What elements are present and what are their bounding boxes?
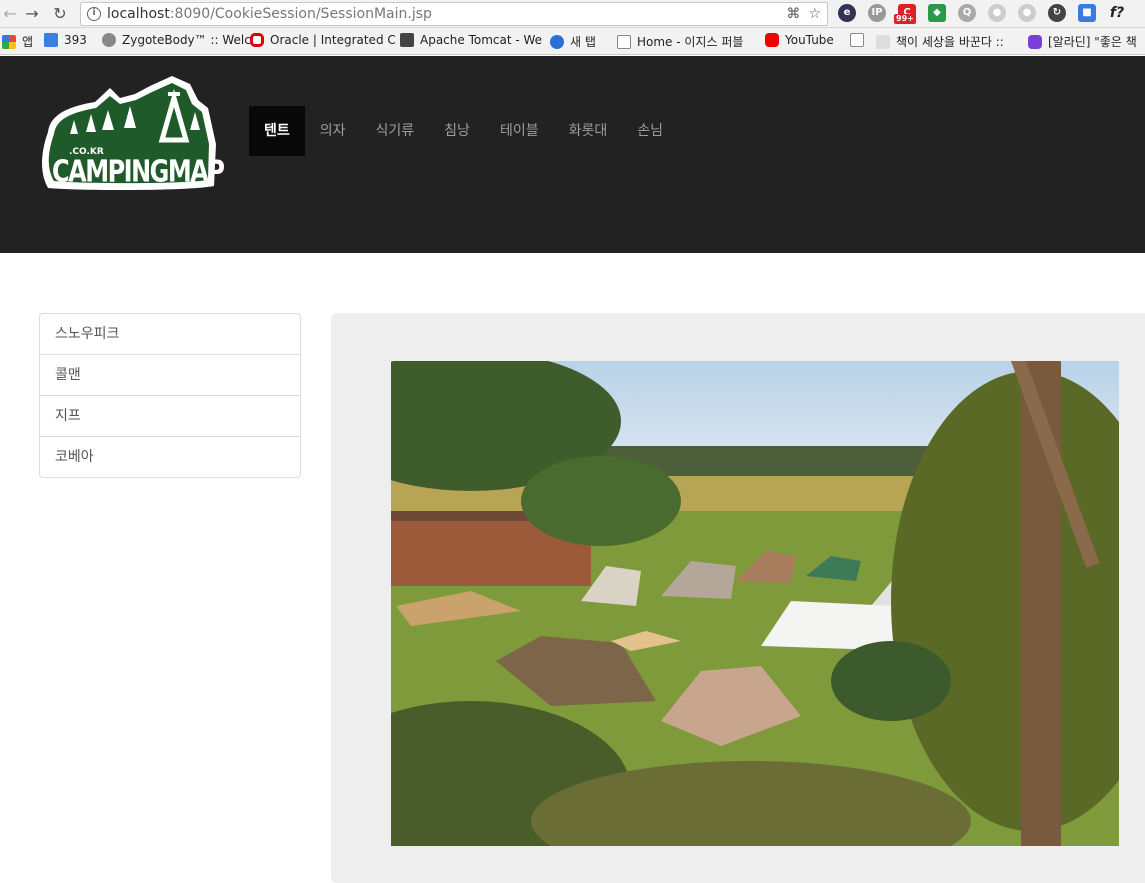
reload-icon[interactable]: ↻ (50, 4, 70, 24)
bookmark-item[interactable]: [알라딘] "좋은 책 (1028, 33, 1137, 50)
bookmark-item[interactable]: YouTube (765, 33, 834, 47)
translate-icon[interactable]: ⌘ (786, 6, 800, 22)
nav-item-chair[interactable]: 의자 (305, 106, 361, 156)
bookmark-item[interactable]: ZygoteBody™ :: Welc (102, 33, 251, 47)
bookmark-icon (44, 33, 58, 47)
nav-item-tableware[interactable]: 식기류 (361, 106, 430, 156)
bookmark-icon (102, 33, 116, 47)
brand-item-jeep[interactable]: 지프 (40, 396, 300, 437)
main-navigation: 텐트 의자 식기류 침낭 테이블 화롯대 손님 (249, 106, 678, 156)
brand-item-kovea[interactable]: 코베아 (40, 437, 300, 477)
extension-badge: 99+ (894, 14, 916, 24)
search-icon (550, 34, 564, 49)
campsite-photo (391, 361, 1119, 846)
nav-item-tent[interactable]: 텐트 (249, 106, 305, 156)
info-icon[interactable]: i (87, 7, 101, 21)
extension-icon[interactable]: ● (1018, 4, 1036, 22)
extension-icon[interactable]: IP (868, 4, 886, 22)
logo-text: CAMPINGMAP (52, 154, 225, 189)
extension-icon[interactable]: e (838, 4, 856, 22)
bookmark-item[interactable] (850, 33, 864, 47)
bookmark-item[interactable]: 새 탭 (550, 33, 596, 50)
brand-list: 스노우피크 콜맨 지프 코베아 (39, 313, 301, 478)
maps-extension-icon[interactable]: ◆ (928, 4, 946, 22)
bookmark-item[interactable]: 책이 세상을 바꾼다 :: (876, 33, 1004, 50)
tomcat-icon (400, 33, 414, 47)
bookmark-icon (876, 34, 890, 49)
bookmark-apps[interactable]: 앱 (2, 33, 33, 50)
bookmark-star-icon[interactable]: ☆ (808, 6, 821, 22)
browser-toolbar: ← → ↻ i localhost:8090/CookieSession/Ses… (0, 0, 1145, 28)
nav-item-sleeping-bag[interactable]: 침낭 (429, 106, 485, 156)
address-bar[interactable]: i localhost:8090/CookieSession/SessionMa… (80, 2, 828, 26)
forward-icon[interactable]: → (22, 4, 42, 24)
nav-item-table[interactable]: 테이블 (485, 106, 554, 156)
page-icon (617, 34, 631, 49)
bookmarks-bar: 앱 393 ZygoteBody™ :: Welc Oracle | Integ… (0, 28, 1145, 55)
sync-extension-icon[interactable]: ↻ (1048, 4, 1066, 22)
back-icon[interactable]: ← (0, 4, 20, 24)
url-text: localhost:8090/CookieSession/SessionMain… (107, 6, 432, 22)
extension-icon[interactable]: ■ (1078, 4, 1096, 22)
bookmark-item[interactable]: Apache Tomcat - We (400, 33, 542, 47)
search-extension-icon[interactable]: Q (958, 4, 976, 22)
aladin-icon (1028, 34, 1042, 49)
extension-icon[interactable]: ● (988, 4, 1006, 22)
camping-map-logo[interactable]: .CO.KR CAMPINGMAP (40, 74, 225, 192)
apps-icon (2, 34, 16, 49)
brand-item-snowpeak[interactable]: 스노우피크 (40, 314, 300, 355)
nav-item-guest[interactable]: 손님 (622, 106, 678, 156)
nav-item-brazier[interactable]: 화롯대 (554, 106, 623, 156)
formula-extension-icon[interactable]: f? (1108, 4, 1126, 22)
youtube-icon (765, 33, 779, 47)
brand-item-coleman[interactable]: 콜맨 (40, 355, 300, 396)
extension-icon[interactable]: C 99+ (894, 4, 916, 24)
bookmark-item[interactable]: Oracle | Integrated C (250, 33, 396, 47)
bookmark-item[interactable]: Home - 이지스 퍼블 (617, 33, 743, 50)
oracle-icon (250, 33, 264, 47)
page-icon (850, 33, 864, 47)
bookmark-item[interactable]: 393 (44, 33, 87, 47)
